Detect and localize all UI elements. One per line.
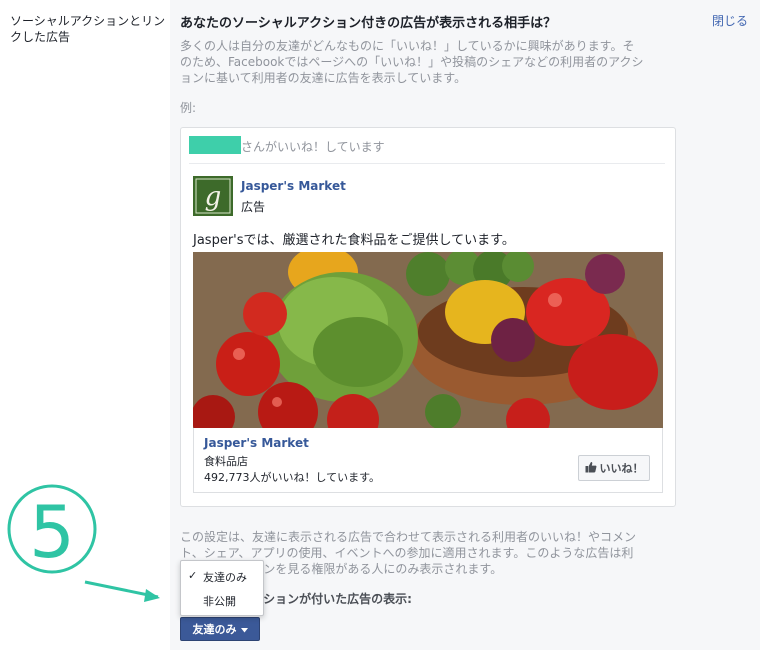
caret-down-icon (240, 623, 248, 636)
social-text: さんがいいね！しています (241, 140, 385, 154)
menu-item-label: 非公開 (203, 595, 236, 608)
audience-dropdown-button[interactable]: 友達のみ (180, 617, 260, 641)
check-icon: ✓ (188, 569, 198, 582)
redacted-name (189, 136, 241, 154)
page-logo: g (193, 176, 233, 216)
ad-image-vegetables (193, 252, 663, 428)
close-link[interactable]: 閉じる (712, 12, 748, 29)
settings-panel: あなたのソーシャルアクション付きの広告が表示される相手は？ 閉じる 多くの人は自… (170, 0, 760, 650)
sidebar: ソーシャルアクションとリンクした広告 (0, 0, 170, 650)
menu-item-label: 友達のみ (203, 571, 247, 584)
ad-text: Jasper'sでは、厳選された食料品をご提供しています。 (193, 233, 515, 248)
thumbs-up-icon (585, 461, 597, 476)
section-label: ソーシャルアクションとリンクした広告 (10, 14, 166, 44)
logo-letter: g (205, 182, 222, 212)
audience-dropdown-menu: ✓ 友達のみ 非公開 (180, 560, 264, 616)
like-button-label: いいね！ (599, 462, 644, 475)
example-label: 例: (180, 101, 197, 115)
menu-item-friends[interactable]: ✓ 友達のみ (181, 565, 263, 587)
social-context: さんがいいね！しています (189, 136, 665, 164)
footer-category: 食料品店 (204, 455, 248, 468)
panel-heading: あなたのソーシャルアクション付きの広告が表示される相手は？ (180, 16, 557, 31)
panel-description: 多くの人は自分の友達がどんなものに「いいね！」しているかに興味があります。そのた… (180, 39, 644, 85)
like-button[interactable]: いいね！ (578, 455, 650, 481)
audience-button-label: 友達のみ (192, 623, 237, 636)
ad-preview-card: さんがいいね！しています g Jasper's Market 広告 Jasper… (180, 127, 676, 507)
footer-page-name[interactable]: Jasper's Market (204, 436, 309, 450)
footer-like-count: 492,773人がいいね！しています。 (204, 471, 381, 484)
ad-footer: Jasper's Market 食料品店 492,773人がいいね！しています。… (193, 428, 663, 493)
sponsored-label: 広告 (241, 200, 266, 214)
page-name[interactable]: Jasper's Market (241, 179, 346, 193)
menu-item-private[interactable]: 非公開 (181, 589, 263, 611)
